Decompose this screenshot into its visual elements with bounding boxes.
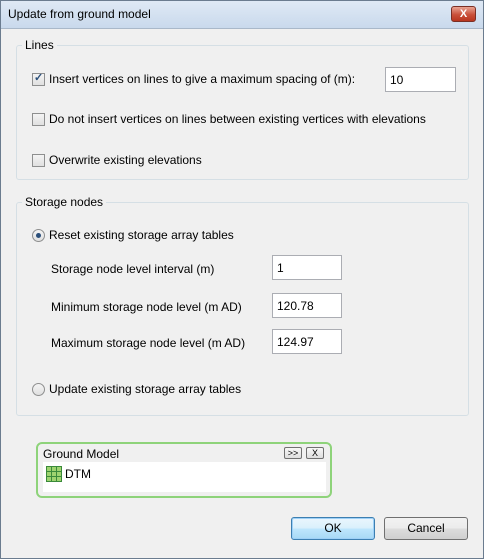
reset-storage-label: Reset existing storage array tables bbox=[49, 228, 234, 242]
no-insert-between-checkbox[interactable] bbox=[32, 112, 45, 126]
overwrite-option[interactable]: Overwrite existing elevations bbox=[32, 153, 202, 167]
grid-icon bbox=[46, 466, 62, 482]
ground-model-panel: Ground Model >> X DTM bbox=[36, 442, 332, 498]
max-spacing-input[interactable]: 10 bbox=[385, 67, 456, 92]
ground-model-item-label[interactable]: DTM bbox=[65, 467, 91, 481]
minimum-level-input[interactable]: 120.78 bbox=[272, 293, 342, 318]
maximum-level-label: Maximum storage node level (m AD) bbox=[51, 336, 246, 350]
maximum-level-input[interactable]: 124.97 bbox=[272, 329, 342, 354]
insert-vertices-option[interactable]: Insert vertices on lines to give a maxim… bbox=[32, 71, 356, 86]
update-storage-option[interactable]: Update existing storage array tables bbox=[32, 382, 241, 396]
update-storage-label: Update existing storage array tables bbox=[49, 382, 242, 396]
update-storage-radio[interactable] bbox=[32, 382, 45, 396]
clear-button[interactable]: X bbox=[306, 447, 324, 459]
title-bar[interactable]: Update from ground model X bbox=[1, 1, 483, 29]
ok-button[interactable]: OK bbox=[291, 517, 375, 540]
reset-storage-radio[interactable] bbox=[32, 228, 45, 242]
no-insert-between-label: Do not insert vertices on lines between … bbox=[49, 112, 426, 126]
cancel-button[interactable]: Cancel bbox=[384, 517, 468, 540]
insert-vertices-checkbox[interactable] bbox=[32, 71, 45, 86]
interval-label: Storage node level interval (m) bbox=[51, 262, 215, 276]
storage-nodes-legend: Storage nodes bbox=[25, 195, 104, 209]
lines-legend: Lines bbox=[25, 38, 54, 52]
close-button[interactable]: X bbox=[451, 6, 476, 22]
overwrite-checkbox[interactable] bbox=[32, 153, 45, 167]
minimum-level-label: Minimum storage node level (m AD) bbox=[51, 300, 242, 314]
dialog-window: Update from ground model X Lines Insert … bbox=[0, 0, 484, 559]
interval-input[interactable]: 1 bbox=[272, 255, 342, 280]
ground-model-title: Ground Model bbox=[43, 447, 120, 461]
reset-storage-option[interactable]: Reset existing storage array tables bbox=[32, 228, 234, 242]
window-title: Update from ground model bbox=[8, 7, 151, 21]
dialog-body: Lines Insert vertices on lines to give a… bbox=[7, 29, 477, 552]
insert-vertices-label: Insert vertices on lines to give a maxim… bbox=[49, 72, 356, 86]
ground-model-list[interactable]: DTM bbox=[43, 462, 326, 492]
no-insert-between-option[interactable]: Do not insert vertices on lines between … bbox=[32, 112, 426, 126]
overwrite-label: Overwrite existing elevations bbox=[49, 153, 202, 167]
expand-button[interactable]: >> bbox=[284, 447, 302, 459]
